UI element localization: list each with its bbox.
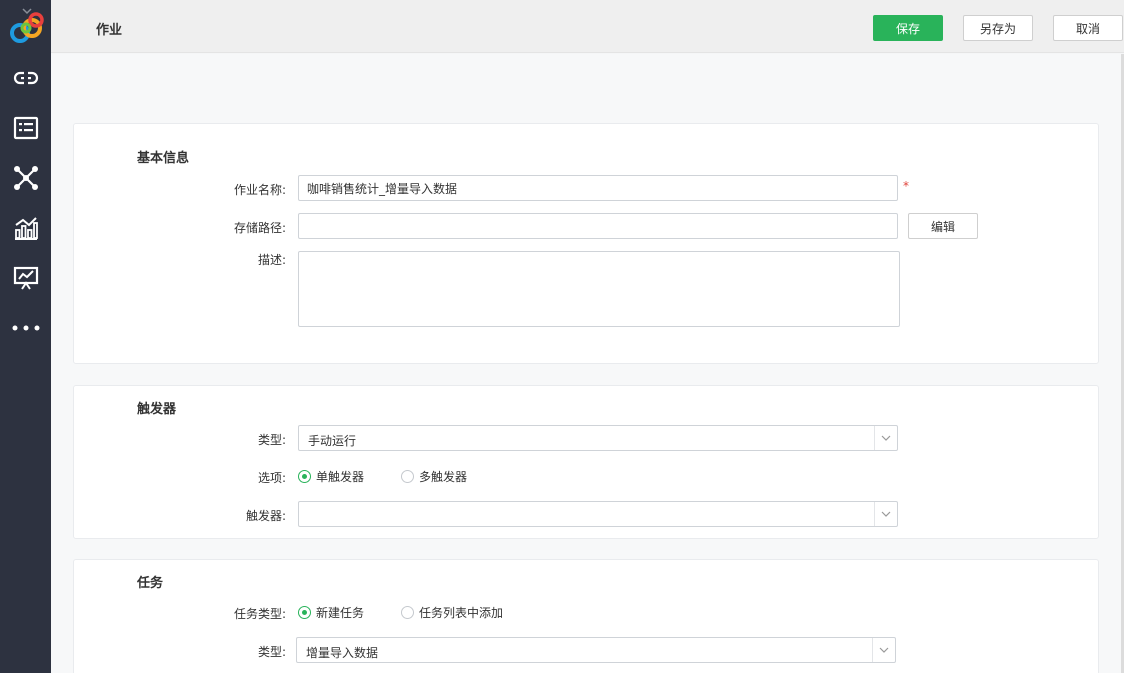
sidebar-item-presentation[interactable]: [0, 258, 51, 298]
sidebar-item-link[interactable]: [0, 58, 51, 98]
chevron-down-icon: [874, 502, 897, 526]
description-textarea[interactable]: [298, 251, 900, 327]
radio-new-task-label: 新建任务: [316, 606, 365, 620]
page-title: 作业: [96, 23, 123, 38]
task-category-select[interactable]: 增量导入数据: [296, 637, 896, 663]
radio-checked-icon: [298, 470, 311, 483]
sidebar-item-chart[interactable]: [0, 208, 51, 248]
radio-single-trigger-label: 单触发器: [316, 470, 365, 484]
task-type-label: 任务类型:: [233, 607, 286, 621]
trigger-type-label: 类型:: [257, 433, 286, 447]
trigger-select-label: 触发器:: [245, 509, 286, 523]
trigger-select[interactable]: [298, 501, 898, 527]
trigger-card: 触发器 类型: 手动运行 选项: 单触发器 多触发器 触发器:: [73, 385, 1099, 539]
basic-info-card: 基本信息 作业名称: 咖啡销售统计_增量导入数据 * 存储路径: 编辑 描述:: [73, 123, 1099, 364]
sidebar: [0, 0, 51, 673]
description-label: 描述:: [257, 253, 286, 267]
radio-task-from-list[interactable]: 任务列表中添加: [401, 604, 503, 621]
list-icon: [13, 115, 39, 141]
main-content: 基本信息 作业名称: 咖啡销售统计_增量导入数据 * 存储路径: 编辑 描述: …: [51, 54, 1124, 673]
radio-task-from-list-label: 任务列表中添加: [419, 606, 504, 620]
edit-path-button[interactable]: 编辑: [908, 213, 978, 239]
radio-single-trigger[interactable]: 单触发器: [298, 468, 364, 485]
sidebar-item-more[interactable]: [0, 308, 51, 348]
radio-new-task[interactable]: 新建任务: [298, 604, 364, 621]
sidebar-item-list[interactable]: [0, 108, 51, 148]
trigger-title: 触发器: [137, 402, 177, 417]
job-name-label: 作业名称:: [233, 183, 286, 197]
radio-unchecked-icon: [401, 470, 414, 483]
chart-icon: [13, 215, 39, 241]
trigger-type-value: 手动运行: [308, 434, 357, 448]
storage-path-label: 存储路径:: [233, 221, 286, 235]
link-icon: [13, 65, 39, 91]
chevron-down-icon: [874, 426, 897, 450]
network-icon: [13, 165, 39, 191]
radio-multi-trigger[interactable]: 多触发器: [401, 468, 467, 485]
presentation-icon: [13, 265, 39, 291]
job-name-input[interactable]: 咖啡销售统计_增量导入数据: [298, 175, 898, 201]
cancel-button[interactable]: 取消: [1053, 15, 1123, 41]
trigger-option-label: 选项:: [257, 471, 286, 485]
header: 作业 保存 另存为 取消: [51, 0, 1124, 53]
task-card: 任务 任务类型: 新建任务 任务列表中添加 类型: 增量导入数据: [73, 559, 1099, 673]
app-logo[interactable]: [6, 6, 48, 48]
trigger-type-select[interactable]: 手动运行: [298, 425, 898, 451]
task-title: 任务: [137, 576, 164, 591]
required-mark: *: [903, 179, 909, 193]
sidebar-item-network[interactable]: [0, 158, 51, 198]
radio-checked-icon: [298, 606, 311, 619]
radio-multi-trigger-label: 多触发器: [419, 470, 468, 484]
more-icon: [11, 324, 41, 332]
task-category-label: 类型:: [257, 645, 286, 659]
task-category-value: 增量导入数据: [306, 646, 379, 660]
save-as-button[interactable]: 另存为: [963, 15, 1033, 41]
storage-path-input[interactable]: [298, 213, 898, 239]
chevron-down-icon: [872, 638, 895, 662]
basic-info-title: 基本信息: [137, 151, 190, 166]
save-button[interactable]: 保存: [873, 15, 943, 41]
radio-unchecked-icon: [401, 606, 414, 619]
